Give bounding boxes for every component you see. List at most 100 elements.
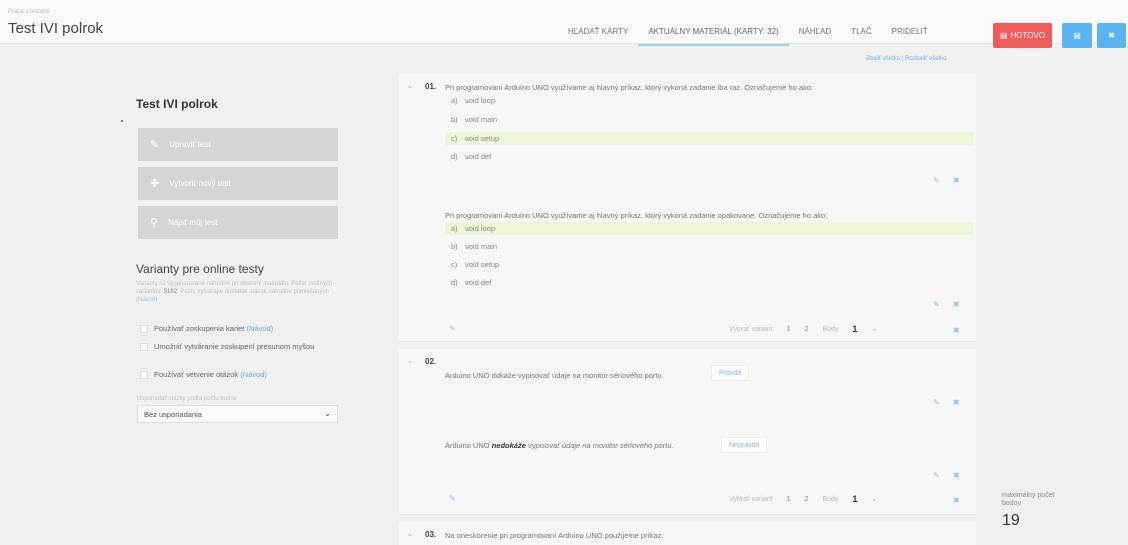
- answer-text: void def: [465, 278, 492, 287]
- checkbox[interactable]: [140, 343, 148, 351]
- answer-text: void loop: [465, 96, 496, 105]
- answer-letter: d): [451, 152, 458, 161]
- variants-count: 5182: [163, 289, 178, 295]
- test-name: Test IVI polrok: [136, 97, 218, 111]
- correct-answer-highlight: [445, 222, 973, 235]
- chevron-down-icon[interactable]: ⌄: [871, 325, 877, 333]
- edit-icon[interactable]: ✎: [933, 398, 940, 407]
- variants-title: Varianty pre online testy: [136, 262, 264, 276]
- question-card: ⌄ 03. Na oneskorenie pri programovaní Ar…: [399, 522, 976, 545]
- bullet-dot: [121, 120, 123, 122]
- edit-icon[interactable]: ✎: [933, 176, 940, 185]
- answer-letter: b): [451, 115, 458, 124]
- create-test-label: Vytvoriť nový test: [169, 179, 231, 188]
- app-header: Práca s testami Test IVI polrok HĽADAŤ K…: [0, 0, 1128, 48]
- sort-label: Usporiadať otázky podľa počtu bodov: [137, 396, 237, 402]
- sort-select[interactable]: Bez usporiadania ⌄: [137, 405, 338, 423]
- question-number: 03.: [425, 530, 437, 539]
- variant-pager: Vybrať variant 1 2 Body 1 ⌄: [729, 324, 877, 334]
- expand-collapse-links[interactable]: Zbaliť všetko | Rozbaliť všetko: [866, 56, 946, 62]
- chevron-down-icon[interactable]: ⌄: [407, 82, 413, 90]
- plus-icon: ✚: [150, 178, 160, 190]
- variant-1-button[interactable]: 1: [787, 496, 791, 503]
- done-button-label: HOTOVO: [1010, 31, 1046, 40]
- question-text: Na oneskorenie pri programovaní Arduino …: [445, 531, 664, 540]
- create-test-button[interactable]: ✚ Vytvoriť nový test: [138, 167, 338, 200]
- edit-test-button[interactable]: ✎ Upraviť test: [138, 128, 338, 161]
- tab-find-cards[interactable]: HĽADAŤ KARTY: [558, 27, 638, 46]
- move-icon[interactable]: ✎: [449, 324, 456, 333]
- question-number: 02.: [425, 357, 437, 366]
- save-icon: ▤: [999, 31, 1008, 40]
- variant-2-button[interactable]: 2: [805, 326, 809, 333]
- chevron-down-icon[interactable]: ⌄: [871, 495, 877, 503]
- delete-icon[interactable]: ✖: [953, 176, 960, 185]
- find-test-label: Nájsť môj test: [168, 218, 218, 227]
- tab-print[interactable]: TLAČ: [841, 27, 881, 46]
- pencil-icon: ✎: [150, 139, 160, 151]
- answer-text: void main: [465, 115, 498, 124]
- answer-letter: a): [451, 96, 458, 105]
- edit-icon[interactable]: ✎: [933, 300, 940, 309]
- variant-1-button[interactable]: 1: [787, 326, 791, 333]
- close-button[interactable]: ✖: [1097, 23, 1126, 48]
- save-button[interactable]: ▤: [1062, 23, 1092, 48]
- delete-icon[interactable]: ✖: [953, 471, 960, 480]
- option-help-link[interactable]: (Návod): [246, 324, 273, 333]
- question-text-part: vypisovať údaje na monitor sériového por…: [525, 441, 674, 450]
- question-text-emphasis: nedokáže: [491, 441, 526, 450]
- option-label: Používať zoskupenia kariet: [154, 324, 245, 333]
- checkbox[interactable]: [140, 325, 148, 333]
- variants-desc-text-2: . Pozn. vytvárajte dostatok otázok náhod…: [177, 289, 329, 295]
- variant-pager: Vybrať variant 1 2 Body 1 ⌄: [729, 494, 877, 504]
- max-points-label: maximálny počet bodov: [1002, 492, 1055, 507]
- option-label: Používať vetvenie otázok: [154, 370, 239, 379]
- pager-label: Vybrať variant: [729, 495, 773, 503]
- max-points-value: 19: [1002, 512, 1020, 529]
- edit-icon[interactable]: ✎: [933, 471, 940, 480]
- points-value[interactable]: 1: [852, 494, 857, 504]
- find-test-button[interactable]: ⚲ Nájsť môj test: [138, 206, 338, 239]
- answer-letter: d): [451, 278, 458, 287]
- chevron-down-icon: ⌄: [324, 409, 331, 418]
- option-drag-groups[interactable]: Umožniť vytváranie zoskupení presunom my…: [140, 342, 340, 351]
- correct-answer-highlight: [445, 132, 973, 145]
- chevron-down-icon[interactable]: ⌄: [407, 357, 413, 365]
- answer-letter: c): [451, 134, 458, 143]
- checkbox[interactable]: [140, 371, 148, 379]
- points-label: Body: [822, 325, 839, 333]
- done-button[interactable]: ▤ HOTOVO: [993, 23, 1052, 48]
- breadcrumb[interactable]: Práca s testami: [8, 9, 49, 15]
- variant-2-button[interactable]: 2: [805, 496, 809, 503]
- variants-help-link[interactable]: (Návod): [136, 297, 157, 303]
- answer-letter: b): [451, 242, 458, 251]
- question-number: 01.: [425, 82, 437, 91]
- option-card-groups[interactable]: Používať zoskupenia kariet (Návod): [140, 324, 273, 333]
- move-icon[interactable]: ✎: [449, 494, 456, 503]
- option-help-link[interactable]: (Návod): [240, 370, 267, 379]
- delete-icon[interactable]: ✖: [953, 398, 960, 407]
- points-value[interactable]: 1: [852, 324, 857, 334]
- delete-icon[interactable]: ✖: [953, 496, 960, 505]
- tab-assign[interactable]: PRIDELIŤ: [882, 27, 938, 46]
- answer-letter: a): [451, 224, 458, 233]
- close-icon: ✖: [1108, 31, 1115, 40]
- edit-test-label: Upraviť test: [169, 140, 211, 149]
- tab-bar: HĽADAŤ KARTY AKTUÁLNY MATERIÁL (KARTY: 3…: [558, 27, 938, 46]
- chevron-down-icon[interactable]: ⌄: [407, 530, 413, 538]
- question-text: Arduino UNO dokáže vypisovať údaje na mo…: [445, 371, 664, 380]
- question-text: Pri programovaní Arduino UNO využívame a…: [445, 83, 814, 92]
- question-card: ⌄ 02. Arduino UNO dokáže vypisovať údaje…: [399, 349, 976, 515]
- tab-current-material[interactable]: AKTUÁLNY MATERIÁL (KARTY: 32): [638, 27, 789, 46]
- answer-text: void loop: [465, 224, 496, 233]
- sort-select-value: Bez usporiadania: [144, 409, 202, 419]
- delete-icon[interactable]: ✖: [953, 326, 960, 335]
- points-label: Body: [822, 495, 839, 503]
- delete-icon[interactable]: ✖: [953, 300, 960, 309]
- tab-preview[interactable]: NÁHĽAD: [789, 27, 841, 46]
- question-card: ⌄ 01. Pri programovaní Arduino UNO využí…: [399, 74, 976, 342]
- answer-text: void def: [465, 152, 492, 161]
- option-question-branching[interactable]: Používať vetvenie otázok (Návod): [140, 370, 267, 379]
- option-label: Umožniť vytváranie zoskupení presunom my…: [154, 342, 315, 351]
- answer-text: void setup: [465, 260, 500, 269]
